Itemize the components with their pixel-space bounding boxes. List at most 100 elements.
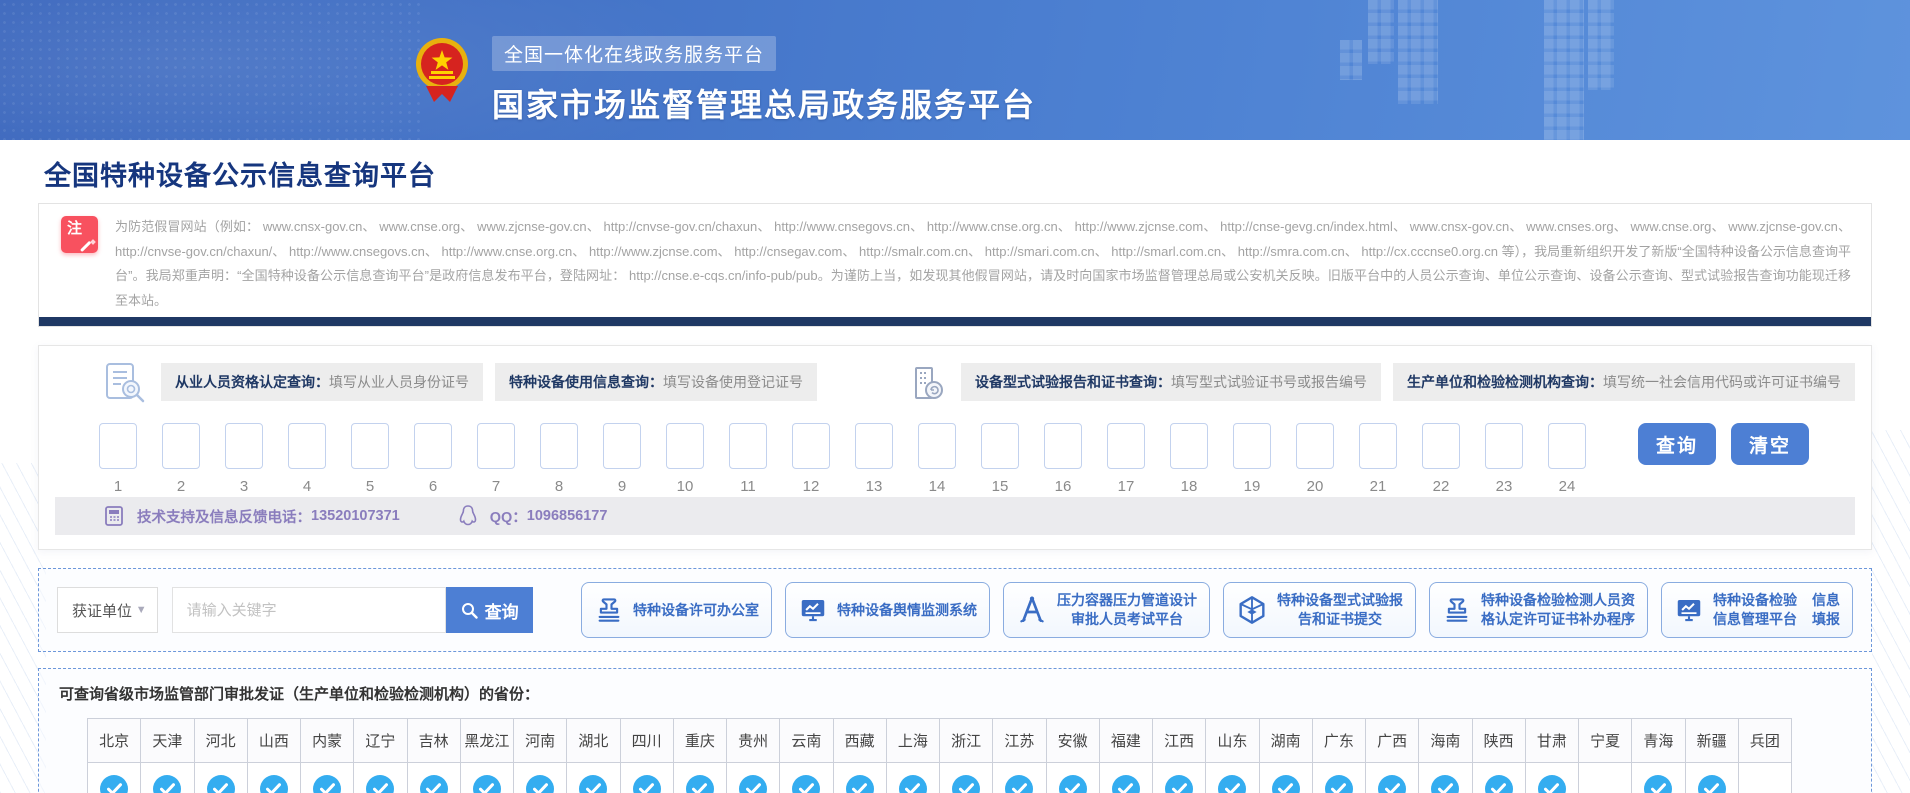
external-link-button-4[interactable]: 特种设备型式试验报告和证书提交 <box>1223 582 1416 638</box>
province-name: 黑龙江 <box>461 719 513 763</box>
province-name: 湖南 <box>1260 719 1312 763</box>
province-name: 内蒙 <box>301 719 353 763</box>
tab-type-test-report[interactable]: 设备型式试验报告和证书查询：填写型式试验证书号或报告编号 <box>961 363 1381 401</box>
code-cell: 2 <box>162 423 200 495</box>
keyword-search-button[interactable]: 查询 <box>446 587 533 633</box>
province-name: 广西 <box>1366 719 1418 763</box>
code-input-3[interactable] <box>225 423 263 469</box>
link-label: 压力容器压力管道设计审批人员考试平台 <box>1057 591 1197 629</box>
code-input-13[interactable] <box>855 423 893 469</box>
code-input-24[interactable] <box>1548 423 1586 469</box>
link-label: 特种设备检验检测人员资格认定许可证书补办程序 <box>1481 591 1635 629</box>
province-name: 陕西 <box>1473 719 1525 763</box>
code-input-20[interactable] <box>1296 423 1334 469</box>
code-input-12[interactable] <box>792 423 830 469</box>
code-cell: 16 <box>1044 423 1082 495</box>
province-check-cell <box>1526 763 1578 793</box>
code-index-label: 16 <box>1044 478 1082 495</box>
check-circle-icon <box>313 775 341 793</box>
tab-hint: 填写设备使用登记证号 <box>663 374 803 390</box>
external-link-button-5[interactable]: 特种设备检验检测人员资格认定许可证书补办程序 <box>1429 582 1648 638</box>
external-link-button-2[interactable]: 特种设备舆情监测系统 <box>785 582 990 638</box>
external-link-button-3[interactable]: 压力容器压力管道设计审批人员考试平台 <box>1003 582 1210 638</box>
code-input-1[interactable] <box>99 423 137 469</box>
code-input-2[interactable] <box>162 423 200 469</box>
tab-production-unit[interactable]: 生产单位和检验检测机构查询：填写统一社会信用代码或许可证书编号 <box>1393 363 1855 401</box>
external-link-button-1[interactable]: 特种设备许可办公室 <box>581 582 772 638</box>
province-check-cell <box>88 763 140 793</box>
province-check-cell <box>993 763 1045 793</box>
province-name: 北京 <box>88 719 140 763</box>
qq-label: QQ： <box>490 506 527 527</box>
province-column: 辽宁 <box>354 719 407 793</box>
province-check-cell <box>461 763 513 793</box>
link-label: 特种设备许可办公室 <box>633 601 759 620</box>
building-decor <box>1398 0 1438 104</box>
check-circle-icon <box>1325 775 1353 793</box>
tab-equipment-usage[interactable]: 特种设备使用信息查询：填写设备使用登记证号 <box>495 363 817 401</box>
category-select[interactable]: 获证单位 ▼ <box>57 587 158 633</box>
province-check-cell <box>248 763 300 793</box>
code-input-11[interactable] <box>729 423 767 469</box>
code-input-17[interactable] <box>1107 423 1145 469</box>
code-input-23[interactable] <box>1485 423 1523 469</box>
code-cell: 12 <box>792 423 830 495</box>
code-cell: 9 <box>603 423 641 495</box>
province-name: 宁夏 <box>1579 719 1631 763</box>
province-check-cell <box>141 763 193 793</box>
code-input-15[interactable] <box>981 423 1019 469</box>
code-input-6[interactable] <box>414 423 452 469</box>
code-cell: 1 <box>99 423 137 495</box>
province-column: 吉林 <box>408 719 461 793</box>
province-name: 辽宁 <box>354 719 406 763</box>
code-query-panel: 从业人员资格认定查询：填写从业人员身份证号 特种设备使用信息查询：填写设备使用登… <box>38 345 1872 550</box>
code-index-label: 18 <box>1170 478 1208 495</box>
province-column: 广西 <box>1366 719 1419 793</box>
code-input-5[interactable] <box>351 423 389 469</box>
province-column: 江苏 <box>993 719 1046 793</box>
code-input-7[interactable] <box>477 423 515 469</box>
code-input-16[interactable] <box>1044 423 1082 469</box>
site-title: 国家市场监督管理总局政务服务平台 <box>492 80 1036 126</box>
code-input-21[interactable] <box>1359 423 1397 469</box>
keyword-input[interactable] <box>172 587 447 633</box>
code-cell: 24 <box>1548 423 1586 495</box>
province-column: 黑龙江 <box>461 719 514 793</box>
code-index-label: 20 <box>1296 478 1334 495</box>
code-cell: 20 <box>1296 423 1334 495</box>
external-link-button-6[interactable]: 特种设备检验信息管理平台信息填报 <box>1661 582 1853 638</box>
province-name: 山西 <box>248 719 300 763</box>
code-input-10[interactable] <box>666 423 704 469</box>
check-circle-icon <box>1538 775 1566 793</box>
support-phone-label: 技术支持及信息反馈电话： <box>137 506 311 527</box>
code-query-button[interactable]: 查询 <box>1638 423 1716 465</box>
code-index-label: 14 <box>918 478 956 495</box>
check-circle-icon <box>1005 775 1033 793</box>
code-cell: 5 <box>351 423 389 495</box>
tab-hint: 填写统一社会信用代码或许可证书编号 <box>1603 374 1841 390</box>
tab-person-qualification[interactable]: 从业人员资格认定查询：填写从业人员身份证号 <box>161 363 483 401</box>
province-column: 云南 <box>780 719 833 793</box>
code-input-9[interactable] <box>603 423 641 469</box>
code-cell: 21 <box>1359 423 1397 495</box>
province-table: 北京天津河北山西内蒙辽宁吉林黑龙江河南湖北四川重庆贵州云南西藏上海浙江江苏安徽福… <box>87 718 1792 793</box>
code-input-4[interactable] <box>288 423 326 469</box>
province-name: 上海 <box>887 719 939 763</box>
code-index-label: 24 <box>1548 478 1586 495</box>
code-input-8[interactable] <box>540 423 578 469</box>
code-index-label: 3 <box>225 478 263 495</box>
code-input-18[interactable] <box>1170 423 1208 469</box>
code-input-22[interactable] <box>1422 423 1460 469</box>
check-circle-icon <box>1165 775 1193 793</box>
province-column: 山西 <box>248 719 301 793</box>
code-cell: 14 <box>918 423 956 495</box>
code-cell: 19 <box>1233 423 1271 495</box>
code-clear-button[interactable]: 清空 <box>1731 423 1809 465</box>
check-circle-icon <box>952 775 980 793</box>
province-check-cell <box>195 763 247 793</box>
check-circle-icon <box>1112 775 1140 793</box>
code-input-14[interactable] <box>918 423 956 469</box>
province-check-cell <box>1473 763 1525 793</box>
province-check-cell <box>1419 763 1471 793</box>
code-input-19[interactable] <box>1233 423 1271 469</box>
